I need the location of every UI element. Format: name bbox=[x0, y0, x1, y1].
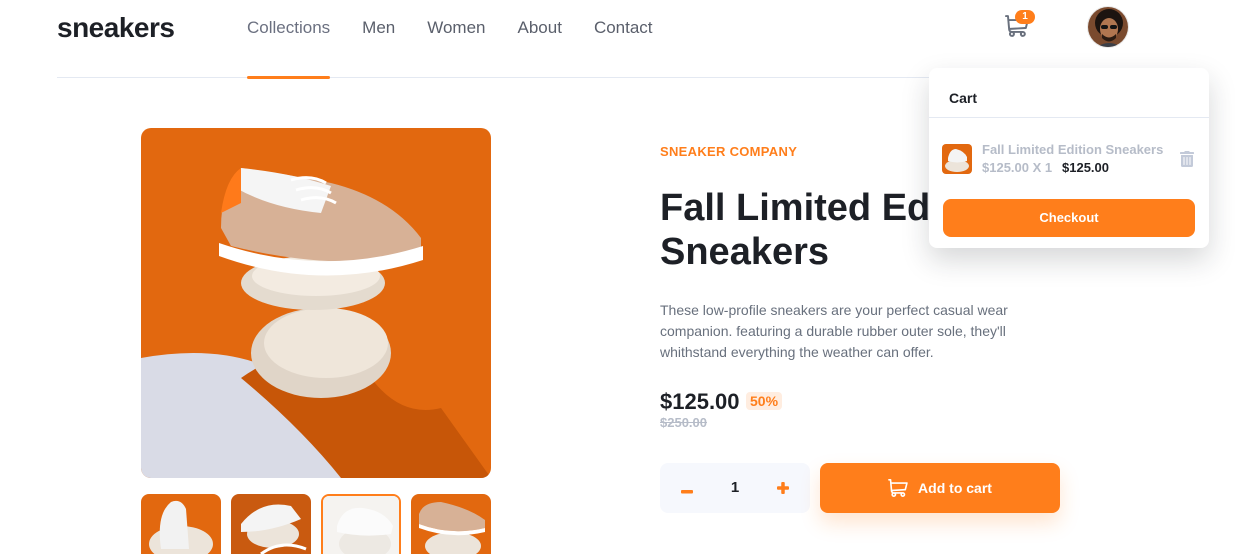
original-price: $250.00 bbox=[660, 415, 707, 430]
discount-badge: 50% bbox=[746, 392, 783, 410]
plus-icon[interactable] bbox=[769, 475, 797, 501]
cart-item-total: $125.00 bbox=[1062, 160, 1109, 175]
checkout-button[interactable]: Checkout bbox=[943, 199, 1195, 237]
cart-item-calc: $125.00 X 1 bbox=[982, 160, 1053, 175]
nav-item-contact[interactable]: Contact bbox=[594, 0, 653, 78]
company-label: SNEAKER COMPANY bbox=[660, 144, 798, 159]
thumbnail-2[interactable] bbox=[231, 494, 311, 554]
main-nav: Collections Men Women About Contact bbox=[247, 0, 685, 79]
current-price: $125.00 bbox=[660, 389, 740, 414]
cart-title: Cart bbox=[929, 68, 1209, 118]
quantity-stepper: 1 bbox=[660, 463, 810, 513]
product-main-image[interactable] bbox=[141, 128, 491, 478]
add-to-cart-button[interactable]: Add to cart bbox=[820, 463, 1060, 513]
nav-item-men[interactable]: Men bbox=[362, 0, 395, 78]
avatar[interactable] bbox=[1087, 6, 1129, 48]
quantity-value: 1 bbox=[730, 479, 740, 496]
cart-count-badge: 1 bbox=[1015, 10, 1035, 24]
product-description: These low-profile sneakers are your perf… bbox=[660, 302, 1008, 360]
nav-item-collections[interactable]: Collections bbox=[247, 0, 331, 79]
nav-item-about[interactable]: About bbox=[518, 0, 562, 78]
cart-icon bbox=[888, 479, 908, 497]
minus-icon[interactable] bbox=[673, 475, 701, 501]
thumbnail-strip bbox=[141, 494, 491, 554]
logo[interactable]: sneakers bbox=[57, 12, 175, 44]
cart-item: Fall Limited Edition Sneakers $125.00 X … bbox=[942, 142, 1196, 176]
thumbnail-3[interactable] bbox=[321, 494, 401, 554]
cart-dropdown: Cart Fall Limited Edition Sneakers $125.… bbox=[929, 68, 1209, 248]
add-to-cart-label: Add to cart bbox=[918, 480, 992, 496]
site-header: sneakers Collections Men Women About Con… bbox=[57, 0, 1177, 79]
thumbnail-4[interactable] bbox=[411, 494, 491, 554]
cart-item-name: Fall Limited Edition Sneakers bbox=[982, 142, 1164, 157]
cart-item-thumbnail bbox=[942, 144, 972, 174]
trash-icon[interactable] bbox=[1180, 151, 1196, 169]
thumbnail-1[interactable] bbox=[141, 494, 221, 554]
nav-item-women[interactable]: Women bbox=[427, 0, 485, 78]
